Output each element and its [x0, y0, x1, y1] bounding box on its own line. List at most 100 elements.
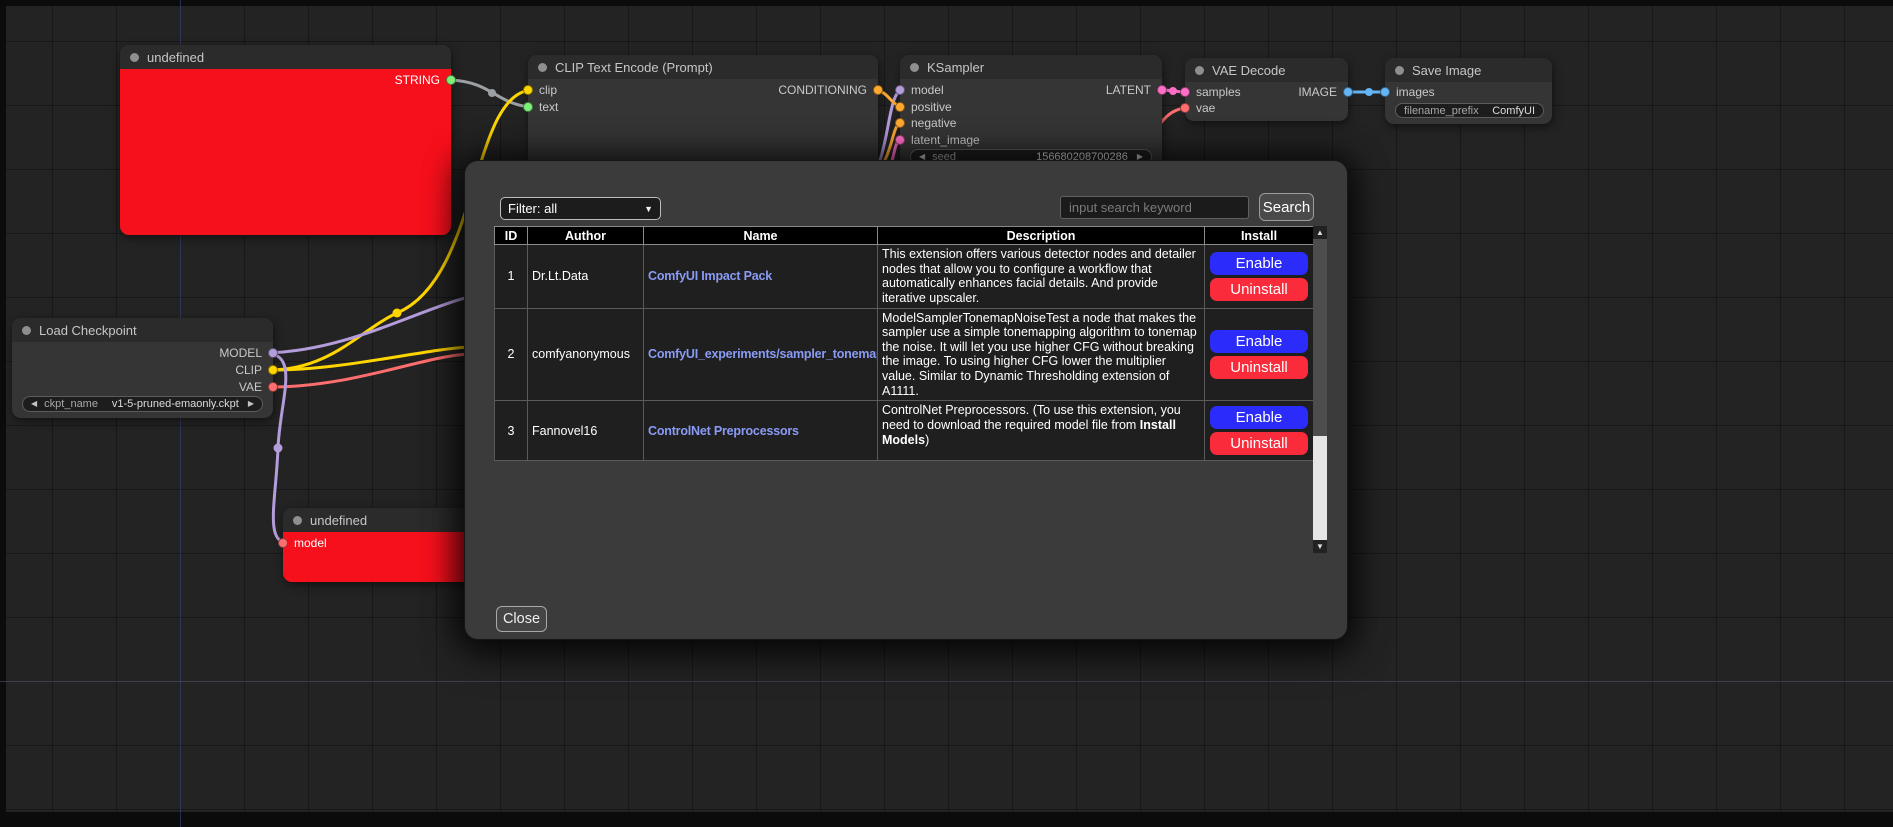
node-save-image[interactable]: Save Image images filename_prefix ComfyU… — [1385, 58, 1552, 124]
cell-install: Enable Uninstall — [1205, 308, 1314, 401]
node-title-bar[interactable]: Load Checkpoint — [12, 318, 273, 342]
slot-label: samples — [1196, 85, 1241, 99]
negative-input-pin[interactable] — [895, 118, 905, 128]
link-midpoint-dot — [393, 309, 402, 318]
output-slot-clip[interactable]: CLIP — [235, 363, 278, 377]
positive-input-pin[interactable] — [895, 102, 905, 112]
enable-button[interactable]: Enable — [1210, 252, 1308, 275]
node-ksampler[interactable]: KSampler model positive negative latent_… — [900, 55, 1162, 175]
clip-output-pin[interactable] — [268, 365, 278, 375]
image-output-pin[interactable] — [1343, 87, 1353, 97]
node-vae-decode[interactable]: VAE Decode samples vae IMAGE — [1185, 58, 1348, 121]
vae-output-pin[interactable] — [268, 382, 278, 392]
extension-link[interactable]: ComfyUI Impact Pack — [648, 269, 772, 283]
extension-link[interactable]: ComfyUI_experiments/sampler_tonemap — [648, 347, 878, 361]
node-title: undefined — [310, 513, 367, 528]
enable-button[interactable]: Enable — [1210, 406, 1308, 429]
vae-input-pin[interactable] — [1180, 103, 1190, 113]
slot-label: images — [1396, 85, 1435, 99]
output-slot-conditioning[interactable]: CONDITIONING — [778, 83, 883, 97]
latent-image-input-pin[interactable] — [895, 135, 905, 145]
input-slot-latent-image[interactable]: latent_image — [895, 133, 980, 147]
enable-button[interactable]: Enable — [1210, 330, 1308, 353]
ckpt-name-widget[interactable]: ◀ ckpt_name v1-5-pruned-emaonly.ckpt ▶ — [22, 396, 263, 412]
collapse-dot-icon[interactable] — [1195, 66, 1204, 75]
description-text: ControlNet Preprocessors. (To use this e… — [882, 403, 1181, 432]
conditioning-output-pin[interactable] — [873, 85, 883, 95]
search-input[interactable] — [1060, 196, 1249, 219]
collapse-dot-icon[interactable] — [910, 63, 919, 72]
samples-input-pin[interactable] — [1180, 87, 1190, 97]
output-slot-model[interactable]: MODEL — [219, 346, 278, 360]
string-output-pin[interactable] — [446, 75, 456, 85]
node-body — [120, 69, 451, 235]
images-input-pin[interactable] — [1380, 87, 1390, 97]
text-input-pin[interactable] — [523, 102, 533, 112]
list-scrollbar[interactable]: ▲ ▼ — [1313, 226, 1327, 553]
comfyui-canvas[interactable]: { "colors": { "model": "#B39DDB", "clip"… — [0, 0, 1893, 827]
input-slot-model[interactable]: model — [895, 83, 944, 97]
input-slot-vae[interactable]: vae — [1180, 101, 1215, 115]
input-slot-model[interactable]: model — [278, 536, 327, 550]
ckpt-name-label: ckpt_name — [44, 398, 98, 410]
uninstall-button[interactable]: Uninstall — [1210, 278, 1308, 301]
collapse-dot-icon[interactable] — [293, 516, 302, 525]
node-load-checkpoint[interactable]: Load Checkpoint MODEL CLIP VAE ◀ ckpt_na… — [12, 318, 273, 418]
search-button[interactable]: Search — [1259, 193, 1314, 221]
model-output-pin[interactable] — [268, 348, 278, 358]
output-slot-vae[interactable]: VAE — [239, 380, 278, 394]
cell-install: Enable Uninstall — [1205, 245, 1314, 309]
input-slot-samples[interactable]: samples — [1180, 85, 1241, 99]
filename-prefix-widget[interactable]: filename_prefix ComfyUI — [1395, 103, 1544, 118]
node-title-bar[interactable]: CLIP Text Encode (Prompt) — [528, 55, 878, 79]
node-title: Save Image — [1412, 63, 1481, 78]
node-title-bar[interactable]: Save Image — [1385, 58, 1552, 82]
uninstall-button[interactable]: Uninstall — [1210, 356, 1308, 379]
input-slot-images[interactable]: images — [1380, 85, 1435, 99]
extension-table: ID Author Name Description Install 1 Dr.… — [494, 226, 1314, 461]
input-slot-negative[interactable]: negative — [895, 116, 956, 130]
node-undefined-top[interactable]: undefined STRING — [120, 45, 451, 235]
close-button[interactable]: Close — [496, 606, 547, 632]
node-title-bar[interactable]: VAE Decode — [1185, 58, 1348, 82]
input-slot-clip[interactable]: clip — [523, 83, 557, 97]
ckpt-next-icon[interactable]: ▶ — [248, 400, 254, 408]
collapse-dot-icon[interactable] — [1395, 66, 1404, 75]
col-header-description: Description — [878, 227, 1205, 245]
scroll-up-icon[interactable]: ▲ — [1313, 226, 1327, 239]
node-title-bar[interactable]: undefined — [120, 45, 451, 69]
model-input-pin[interactable] — [278, 538, 288, 548]
output-slot-image[interactable]: IMAGE — [1298, 85, 1353, 99]
link-midpoint-dot — [1365, 88, 1373, 96]
uninstall-button[interactable]: Uninstall — [1210, 432, 1308, 455]
collapse-dot-icon[interactable] — [22, 326, 31, 335]
slot-label: LATENT — [1106, 83, 1151, 97]
link-midpoint-dot — [1169, 87, 1177, 95]
scroll-down-icon[interactable]: ▼ — [1313, 540, 1327, 553]
collapse-dot-icon[interactable] — [130, 53, 139, 62]
ckpt-prev-icon[interactable]: ◀ — [31, 400, 37, 408]
input-slot-positive[interactable]: positive — [895, 100, 952, 114]
output-slot-latent[interactable]: LATENT — [1106, 83, 1167, 97]
col-header-author: Author — [528, 227, 644, 245]
ckpt-name-value: v1-5-pruned-emaonly.ckpt — [112, 398, 239, 410]
cell-author: comfyanonymous — [528, 308, 644, 401]
output-slot-string[interactable]: STRING — [395, 73, 456, 87]
collapse-dot-icon[interactable] — [538, 63, 547, 72]
slot-label: vae — [1196, 101, 1215, 115]
node-title-bar[interactable]: KSampler — [900, 55, 1162, 79]
scrollbar-thumb[interactable] — [1313, 239, 1327, 436]
input-slot-text[interactable]: text — [523, 100, 558, 114]
table-row: 3 Fannovel16 ControlNet Preprocessors Co… — [495, 401, 1314, 461]
node-title: Load Checkpoint — [39, 323, 137, 338]
cell-install: Enable Uninstall — [1205, 401, 1314, 461]
extension-list: ID Author Name Description Install 1 Dr.… — [494, 226, 1327, 553]
table-row: 2 comfyanonymous ComfyUI_experiments/sam… — [495, 308, 1314, 401]
clip-input-pin[interactable] — [523, 85, 533, 95]
cell-id: 3 — [495, 401, 528, 461]
extension-link[interactable]: ControlNet Preprocessors — [648, 424, 799, 438]
latent-output-pin[interactable] — [1157, 85, 1167, 95]
model-input-pin[interactable] — [895, 85, 905, 95]
filter-dropdown[interactable]: Filter: all ▼ — [500, 197, 661, 220]
col-header-id: ID — [495, 227, 528, 245]
